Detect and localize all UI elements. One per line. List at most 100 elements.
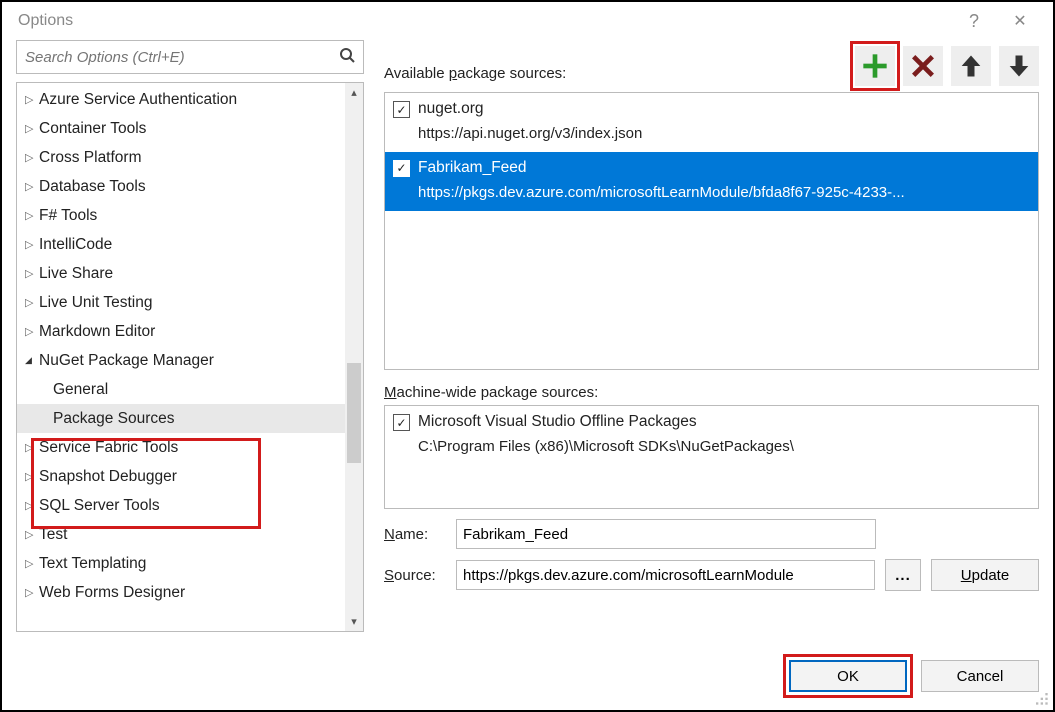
caret-right-icon: ▷ [25, 586, 39, 599]
source-url: https://pkgs.dev.azure.com/microsoftLear… [418, 181, 905, 205]
tree-item[interactable]: ▷Markdown Editor [17, 317, 363, 346]
source-checkbox[interactable]: ✓ [393, 101, 410, 118]
caret-right-icon: ▷ [25, 122, 39, 135]
available-sources-label: Available package sources: [384, 65, 847, 86]
tree-item[interactable]: ▷Database Tools [17, 172, 363, 201]
caret-right-icon: ▷ [25, 151, 39, 164]
tree-item[interactable]: Package Sources [17, 404, 363, 433]
search-options[interactable] [16, 40, 364, 74]
source-item[interactable]: ✓ nuget.orghttps://api.nuget.org/v3/index… [385, 93, 1038, 152]
tree-item-label: Container Tools [39, 120, 146, 138]
source-url: https://api.nuget.org/v3/index.json [418, 122, 642, 146]
tree-item-label: General [53, 381, 108, 399]
tree-item-label: IntelliCode [39, 236, 112, 254]
tree-item[interactable]: ▷F# Tools [17, 201, 363, 230]
machine-wide-label: Machine-wide package sources: [384, 384, 1039, 401]
remove-source-button[interactable] [903, 46, 943, 86]
caret-right-icon: ▷ [25, 470, 39, 483]
tree-item[interactable]: ▷SQL Server Tools [17, 491, 363, 520]
tree-item-label: Package Sources [53, 410, 175, 428]
caret-right-icon: ▷ [25, 93, 39, 106]
source-name: nuget.org [418, 97, 642, 122]
tree-item-label: NuGet Package Manager [39, 352, 214, 370]
tree-item-label: Database Tools [39, 178, 146, 196]
tree-item-label: Markdown Editor [39, 323, 155, 341]
tree-item-label: Test [39, 526, 67, 544]
tree-item[interactable]: General [17, 375, 363, 404]
source-field[interactable] [456, 560, 875, 590]
caret-right-icon: ▷ [25, 528, 39, 541]
caret-right-icon: ▷ [25, 441, 39, 454]
tree-item[interactable]: ▷Live Share [17, 259, 363, 288]
tree-item-label: F# Tools [39, 207, 97, 225]
source-item[interactable]: ✓ Microsoft Visual Studio Offline Package… [385, 406, 1038, 465]
resize-grip[interactable] [1036, 693, 1050, 707]
caret-right-icon: ▷ [25, 296, 39, 309]
source-item[interactable]: ✓ Fabrikam_Feedhttps://pkgs.dev.azure.com… [385, 152, 1038, 211]
caret-right-icon: ▷ [25, 180, 39, 193]
caret-right-icon: ▷ [25, 325, 39, 338]
close-button[interactable]: ✕ [997, 4, 1043, 38]
right-pane: Available package sources: [384, 40, 1039, 632]
move-up-button[interactable] [951, 46, 991, 86]
caret-right-icon: ▷ [25, 557, 39, 570]
source-checkbox[interactable]: ✓ [393, 160, 410, 177]
search-input[interactable] [23, 48, 337, 67]
machine-wide-sources-list[interactable]: ✓ Microsoft Visual Studio Offline Package… [384, 405, 1039, 509]
name-field[interactable] [456, 519, 876, 549]
browse-button[interactable]: ... [885, 559, 921, 591]
tree-item-label: Azure Service Authentication [39, 91, 237, 109]
tree-item-label: Service Fabric Tools [39, 439, 178, 457]
tree-item[interactable]: ▷Text Templating [17, 549, 363, 578]
tree-item[interactable]: ▷Snapshot Debugger [17, 462, 363, 491]
caret-right-icon: ▷ [25, 267, 39, 280]
scroll-up-icon[interactable]: ▴ [351, 83, 357, 102]
cancel-button[interactable]: Cancel [921, 660, 1039, 692]
name-label: Name: [384, 526, 446, 543]
tree-item-label: Live Share [39, 265, 113, 283]
source-label: Source: [384, 567, 446, 584]
arrow-down-icon [1005, 52, 1033, 80]
x-icon [909, 52, 937, 80]
window-title: Options [12, 12, 73, 30]
caret-down-icon: ◢ [25, 355, 39, 366]
tree-item[interactable]: ▷Test [17, 520, 363, 549]
ok-button[interactable]: OK [789, 660, 907, 692]
caret-right-icon: ▷ [25, 209, 39, 222]
tree-scrollbar[interactable]: ▴ ▾ [345, 83, 363, 631]
tree-item-label: Live Unit Testing [39, 294, 152, 312]
source-checkbox[interactable]: ✓ [393, 414, 410, 431]
tree-item[interactable]: ▷Web Forms Designer [17, 578, 363, 607]
add-source-button[interactable] [855, 46, 895, 86]
scroll-down-icon[interactable]: ▾ [351, 612, 357, 631]
search-icon [337, 47, 357, 68]
source-url: C:\Program Files (x86)\Microsoft SDKs\Nu… [418, 435, 794, 459]
available-sources-list[interactable]: ✓ nuget.orghttps://api.nuget.org/v3/index… [384, 92, 1039, 370]
dialog-footer: OK Cancel [2, 646, 1053, 710]
options-dialog: Options ? ✕ ▷Azure Service Authenticatio… [0, 0, 1055, 712]
caret-right-icon: ▷ [25, 238, 39, 251]
tree-item[interactable]: ◢NuGet Package Manager [17, 346, 363, 375]
source-name: Fabrikam_Feed [418, 156, 905, 181]
titlebar: Options ? ✕ [2, 2, 1053, 40]
caret-right-icon: ▷ [25, 499, 39, 512]
tree-item[interactable]: ▷Cross Platform [17, 143, 363, 172]
tree-item[interactable]: ▷Live Unit Testing [17, 288, 363, 317]
tree-item-label: Text Templating [39, 555, 146, 573]
options-tree[interactable]: ▷Azure Service Authentication▷Container … [16, 82, 364, 632]
scroll-thumb[interactable] [347, 363, 361, 463]
arrow-up-icon [957, 52, 985, 80]
tree-item[interactable]: ▷Service Fabric Tools [17, 433, 363, 462]
tree-item-label: Cross Platform [39, 149, 142, 167]
move-down-button[interactable] [999, 46, 1039, 86]
tree-item-label: Web Forms Designer [39, 584, 185, 602]
source-name: Microsoft Visual Studio Offline Packages [418, 410, 794, 435]
tree-item-label: Snapshot Debugger [39, 468, 177, 486]
update-button[interactable]: Update [931, 559, 1039, 591]
tree-item[interactable]: ▷IntelliCode [17, 230, 363, 259]
left-pane: ▷Azure Service Authentication▷Container … [16, 40, 364, 632]
tree-item[interactable]: ▷Container Tools [17, 114, 363, 143]
plus-icon [861, 52, 889, 80]
help-button[interactable]: ? [951, 4, 997, 38]
tree-item[interactable]: ▷Azure Service Authentication [17, 85, 363, 114]
